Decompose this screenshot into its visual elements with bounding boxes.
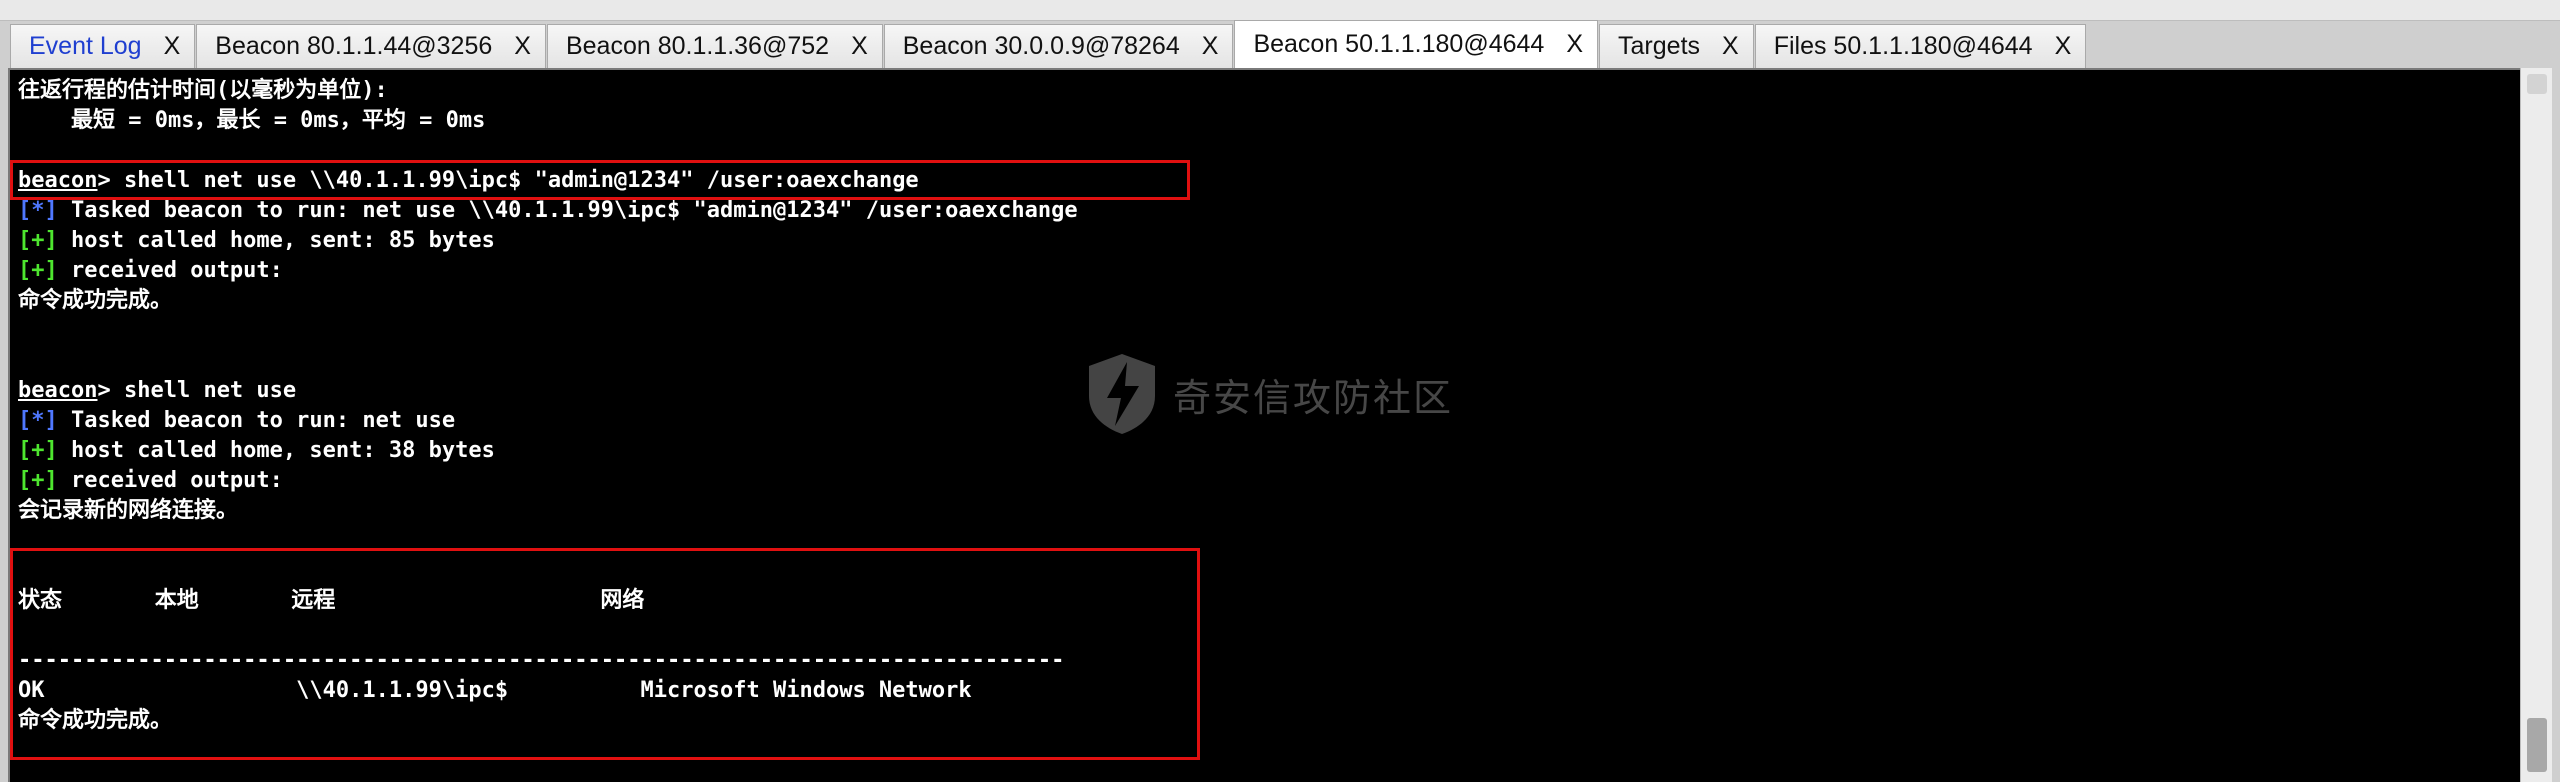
console-line: beacon> shell net use [18,376,1078,406]
console-text: host called home, sent: 85 bytes [57,228,495,253]
vertical-scrollbar[interactable] [2520,68,2552,782]
highlight-box-net-use-command [10,160,1190,200]
tab-close-button[interactable]: X [851,32,868,61]
console-line: 命令成功完成。 [18,286,1078,316]
console-line: 会记录新的网络连接。 [18,496,1078,526]
tab-close-button[interactable]: X [164,32,181,61]
tab-label: Beacon 50.1.1.180@4644 [1253,30,1545,58]
status-marker: [+] [18,228,58,253]
console-line: [+] host called home, sent: 85 bytes [18,226,1078,256]
console-text: received output: [57,468,283,493]
watermark: 奇安信攻防社区 [1085,352,1453,436]
console-text: 命令成功完成。 [18,288,173,313]
tab-close-button[interactable]: X [1566,30,1583,59]
console-line: [+] host called home, sent: 38 bytes [18,436,1078,466]
tab-beacon-50-1-1-180-4644[interactable]: Beacon 50.1.1.180@4644 X [1234,20,1599,68]
console-text: received output: [57,258,283,283]
status-marker: [*] [18,198,58,223]
tab-label: Targets [1618,32,1701,60]
console-line: [+] received output: [18,466,1078,496]
tab-close-button[interactable]: X [2055,32,2072,61]
console-text: Tasked beacon to run: net use [57,408,456,433]
console-text: 会记录新的网络连接。 [18,498,239,523]
console-line: [*] Tasked beacon to run: net use [18,406,1078,436]
tab-label: Beacon 80.1.1.36@752 [565,32,830,60]
tab-label: Event Log [29,32,142,60]
console-line: 往返行程的估计时间(以毫秒为单位): [18,76,1078,106]
shield-bolt-icon [1089,354,1155,434]
tab-label: Files 50.1.1.180@4644 [1773,32,2033,60]
tab-beacon-80-1-1-36-752[interactable]: Beacon 80.1.1.36@752 X [546,24,883,68]
tab-label: Beacon 30.0.0.9@78264 [902,32,1180,60]
tab-beacon-30-0-0-9-78264[interactable]: Beacon 30.0.0.9@78264 X [883,24,1234,68]
highlight-box-net-use-output [10,548,1200,760]
status-marker: [*] [18,408,58,433]
cobalt-strike-window: Event Log X Beacon 80.1.1.44@3256 X Beacon 8… [0,0,2560,782]
console-line: [*] Tasked beacon to run: net use \\40.1… [18,196,1078,226]
tab-label: Beacon 80.1.1.44@3256 [215,32,493,60]
status-marker: [+] [18,438,58,463]
tab-beacon-80-1-1-44-3256[interactable]: Beacon 80.1.1.44@3256 X [196,24,546,68]
console-line: [+] received output: [18,256,1078,286]
console-text: > shell net use [97,378,297,403]
status-marker: [+] [18,258,58,283]
console-text: Tasked beacon to run: net use \\40.1.1.9… [57,198,1078,223]
title-strip [0,0,2560,21]
beacon-prompt: beacon [18,378,98,403]
watermark-text: 奇安信攻防社区 [1173,375,1454,420]
beacon-console[interactable]: 往返行程的估计时间(以毫秒为单位): 最短 = 0ms，最长 = 0ms，平均 … [8,68,2520,782]
console-text: 最短 = 0ms，最长 = 0ms，平均 = 0ms [18,108,486,133]
tab-event-log[interactable]: Event Log X [10,24,196,68]
console-text: host called home, sent: 38 bytes [57,438,495,463]
tab-targets[interactable]: Targets X [1599,24,1754,68]
console-line: 最短 = 0ms，最长 = 0ms，平均 = 0ms [18,106,1078,136]
tab-files-50-1-1-180-4644[interactable]: Files 50.1.1.180@4644 X [1754,24,2087,68]
scrollbar-thumb[interactable] [2527,718,2547,772]
scroll-up-arrow[interactable] [2527,74,2547,94]
console-text: 往返行程的估计时间(以毫秒为单位): [18,78,388,103]
tab-close-button[interactable]: X [514,32,531,61]
status-marker: [+] [18,468,58,493]
tab-bar: Event Log X Beacon 80.1.1.44@3256 X Beacon 8… [10,20,2087,68]
tab-close-button[interactable]: X [1202,32,1219,61]
tab-close-button[interactable]: X [1722,32,1739,61]
